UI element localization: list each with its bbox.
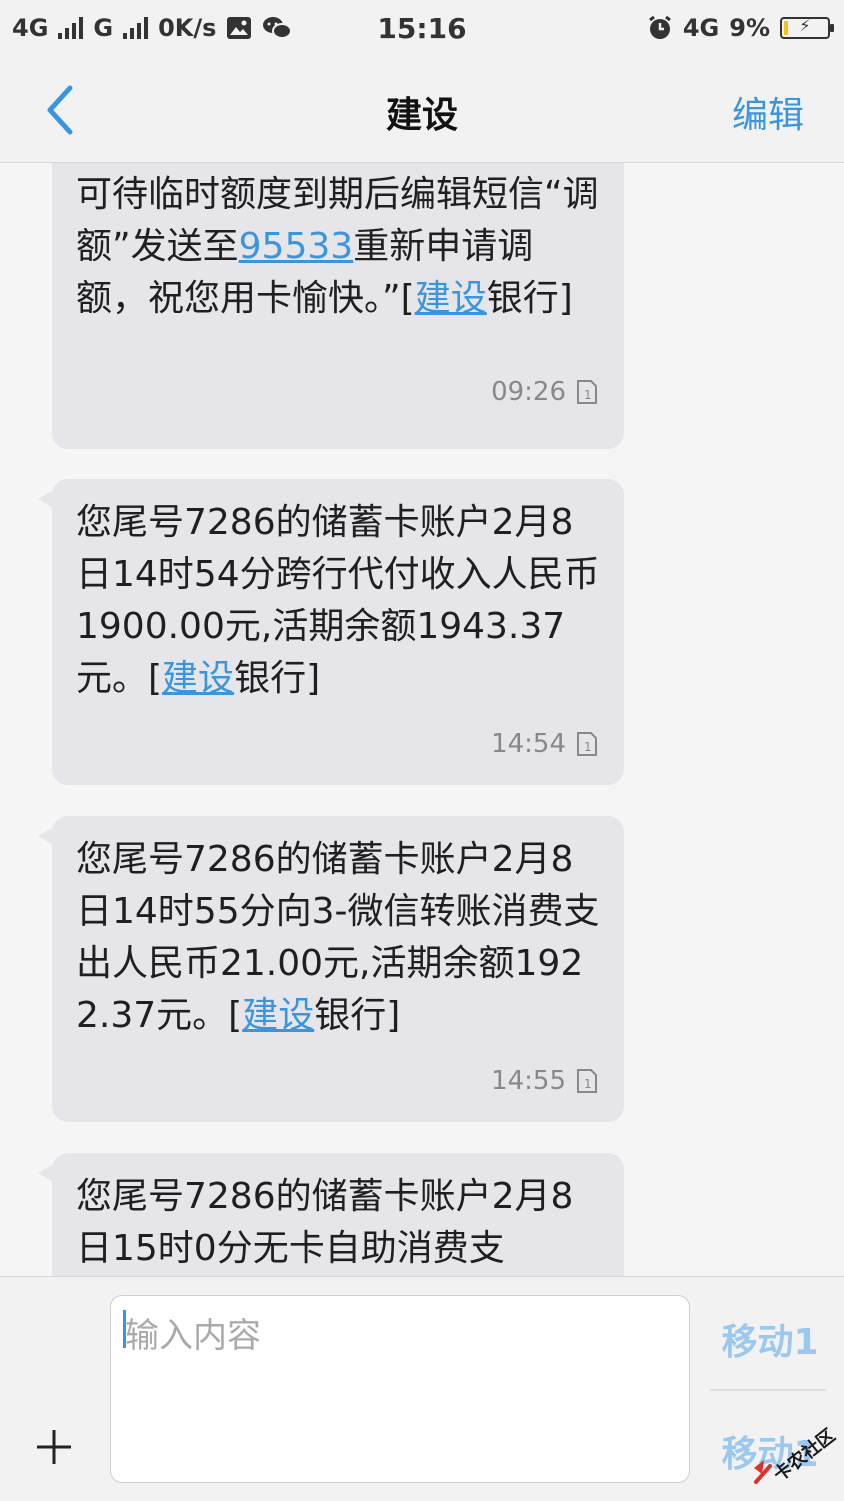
message-meta: 14:55 1 bbox=[491, 1066, 598, 1096]
alarm-icon bbox=[648, 15, 671, 39]
svg-text:卡农社区: 卡农社区 bbox=[769, 1424, 839, 1486]
composer-bar: 输入内容 移动1 移动1 bbox=[0, 1276, 844, 1501]
svg-text:1: 1 bbox=[584, 1077, 592, 1091]
bubble-tail bbox=[38, 1165, 52, 1181]
message-input[interactable]: 输入内容 bbox=[110, 1295, 690, 1483]
message-time: 14:54 bbox=[491, 729, 566, 759]
conversation-title: 建设 bbox=[385, 95, 458, 136]
bubble-tail bbox=[38, 491, 52, 507]
message-list[interactable]: 可待临时额度到期后编辑短信“调额”发送至95533重新申请调额，祝您用卡愉快。”… bbox=[0, 163, 844, 1276]
svg-text:1: 1 bbox=[584, 740, 592, 754]
message-text: 您尾号7286的储蓄卡账户2月8日15时0分无卡自助消费支 bbox=[76, 1176, 574, 1269]
message-text: 您尾号7286的储蓄卡账户2月8日14时54分跨行代付收入人民币1900.00元… bbox=[76, 502, 600, 699]
send-button-sim1[interactable]: 移动1 bbox=[708, 1313, 832, 1365]
bank-link[interactable]: 建设 bbox=[162, 658, 234, 699]
battery-percent: 9% bbox=[729, 14, 770, 42]
message-bubble[interactable]: 您尾号7286的储蓄卡账户2月8日14时55分向3-微信转账消费支出人民币21.… bbox=[38, 816, 624, 1122]
sim-card-icon: 1 bbox=[577, 732, 597, 756]
status-right: 4G 9% ⚡ bbox=[647, 14, 834, 42]
message-bubble[interactable]: 您尾号7286的储蓄卡账户2月8日15时0分无卡自助消费支 bbox=[38, 1153, 624, 1276]
bank-link[interactable]: 建设 bbox=[242, 995, 314, 1036]
message-text: 您尾号7286的储蓄卡账户2月8日14时55分向3-微信转账消费支出人民币21.… bbox=[76, 839, 600, 1036]
watermark-logo-icon: 卡农社区 bbox=[754, 1424, 839, 1486]
message-meta: 14:54 1 bbox=[491, 729, 598, 759]
message-text: 可待临时额度到期后编辑短信“调额”发送至95533重新申请调额，祝您用卡愉快。”… bbox=[76, 174, 599, 319]
bubble-tail bbox=[38, 828, 52, 844]
input-placeholder: 输入内容 bbox=[125, 1316, 261, 1356]
message-time: 14:55 bbox=[491, 1066, 566, 1096]
sim-card-icon: 1 bbox=[577, 1069, 597, 1093]
sim-card-icon: 1 bbox=[577, 380, 597, 404]
conversation-header: 建设 编辑 bbox=[0, 58, 844, 163]
svg-text:1: 1 bbox=[584, 388, 592, 402]
bank-link[interactable]: 建设 bbox=[415, 278, 487, 319]
message-bubble[interactable]: 可待临时额度到期后编辑短信“调额”发送至95533重新申请调额，祝您用卡愉快。”… bbox=[52, 163, 624, 449]
battery-icon: ⚡ bbox=[780, 16, 834, 39]
message-meta: 09:26 1 bbox=[491, 377, 598, 407]
status-bar: 4G G 0K/s 15:16 4G 9% ⚡ bbox=[0, 0, 844, 58]
phone-link[interactable]: 95533 bbox=[239, 226, 354, 267]
divider bbox=[710, 1389, 826, 1391]
network-type-4g-2: 4G bbox=[682, 14, 720, 42]
message-bubble[interactable]: 您尾号7286的储蓄卡账户2月8日14时54分跨行代付收入人民币1900.00元… bbox=[38, 479, 624, 785]
edit-button[interactable]: 编辑 bbox=[732, 86, 804, 138]
message-time: 09:26 bbox=[491, 377, 566, 407]
add-attachment-icon[interactable] bbox=[34, 1427, 74, 1467]
